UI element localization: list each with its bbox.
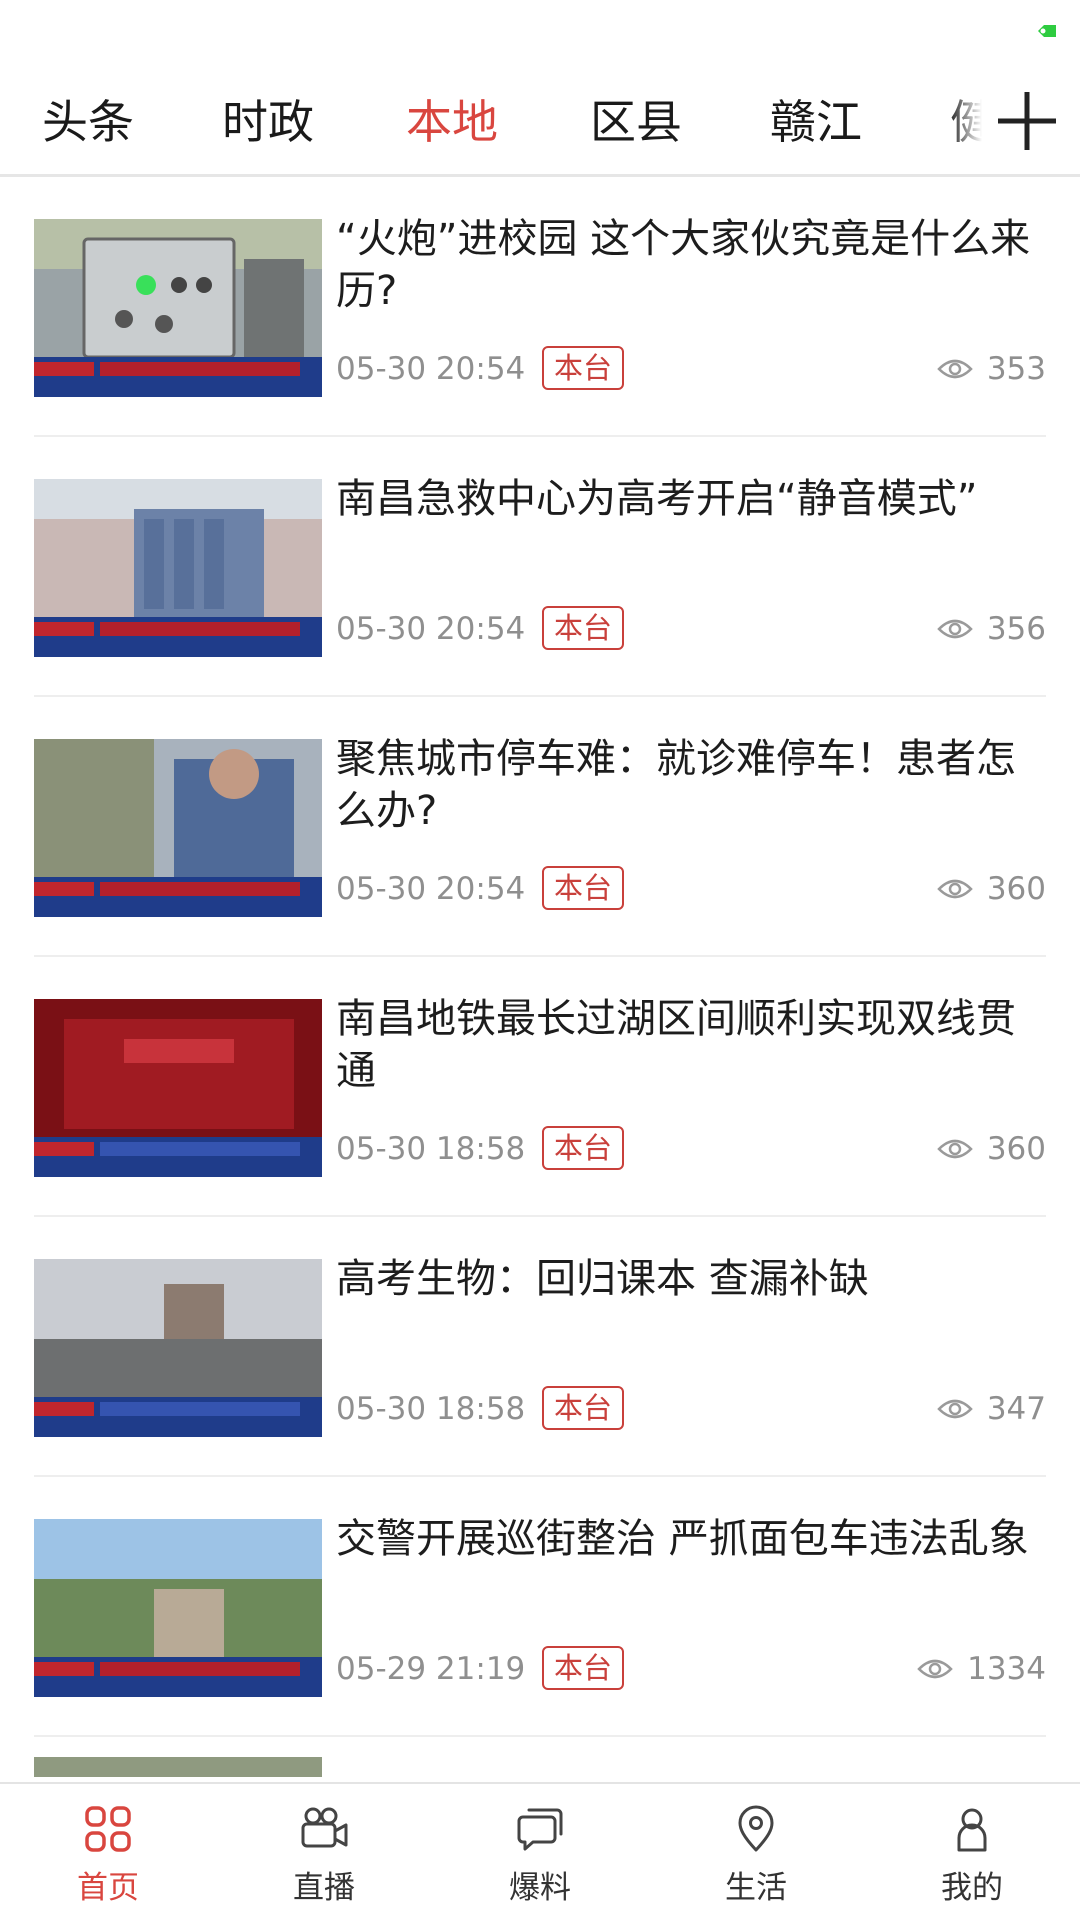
news-item[interactable]: 交警开展巡街整治 严抓面包车违法乱象 05-29 21:19 本台 1334	[0, 1477, 1080, 1737]
nav-report-label: 爆料	[509, 1870, 571, 1906]
nav-live-label: 直播	[293, 1870, 355, 1906]
nav-home[interactable]: 首页	[0, 1784, 216, 1922]
news-time: 05-30 20:54	[336, 871, 526, 907]
tab-quxian[interactable]: 区县	[590, 90, 682, 154]
news-title: “火炮”进校园 这个大家伙究竟是什么来历?	[336, 216, 1031, 314]
news-title: 高考生物：回归课本 查漏补缺	[336, 1256, 869, 1302]
nav-mine-label: 我的	[941, 1870, 1003, 1906]
news-thumbnail	[34, 1519, 322, 1697]
news-list: “火炮”进校园 这个大家伙究竟是什么来历? 05-30 20:54 本台 353	[0, 177, 1080, 1777]
news-time: 05-30 20:54	[336, 351, 526, 387]
plus-icon[interactable]	[992, 86, 1062, 156]
news-time: 05-30 18:58	[336, 1391, 526, 1427]
channel-tab-bar: 头条 时政 本地 区县 赣江 健	[0, 70, 1080, 177]
news-item[interactable]: 聚焦城市停车难：就诊难停车！患者怎么办? 05-30 20:54 本台 360	[0, 697, 1080, 957]
news-thumbnail	[34, 739, 322, 917]
tab-toutiao[interactable]: 头条	[42, 90, 134, 154]
bottom-navigation: 首页 直播 爆料 生活 我的	[0, 1782, 1080, 1922]
news-title: 南昌地铁最长过湖区间顺利实现双线贯通	[336, 996, 1016, 1094]
home-grid-icon	[85, 1806, 131, 1852]
tab-bendi[interactable]: 本地	[406, 90, 498, 154]
source-badge: 本台	[542, 606, 624, 650]
chat-bubble-icon	[517, 1808, 563, 1851]
person-icon	[957, 1808, 987, 1852]
source-badge: 本台	[542, 346, 624, 390]
source-badge: 本台	[542, 1646, 624, 1690]
status-bar	[0, 0, 1080, 70]
tab-ganjiang[interactable]: 赣江	[770, 90, 862, 154]
view-count: 360	[937, 867, 1046, 911]
notification-indicator-icon	[1038, 25, 1056, 37]
view-count: 360	[937, 1127, 1046, 1171]
view-count: 347	[937, 1387, 1046, 1431]
news-item[interactable]: 南昌地铁最长过湖区间顺利实现双线贯通 05-30 18:58 本台 360	[0, 957, 1080, 1217]
view-count-value: 1334	[967, 1651, 1046, 1687]
view-count-value: 347	[986, 1391, 1046, 1427]
news-time: 05-29 21:19	[336, 1651, 526, 1687]
eye-icon	[917, 1659, 953, 1679]
nav-report[interactable]: 爆料	[432, 1784, 648, 1922]
source-badge: 本台	[542, 1386, 624, 1430]
view-count-value: 353	[986, 351, 1046, 387]
view-count: 1334	[917, 1647, 1046, 1691]
tab-shizheng[interactable]: 时政	[222, 90, 314, 154]
news-title: 南昌急救中心为高考开启“静音模式”	[336, 476, 978, 522]
eye-icon	[937, 359, 973, 379]
nav-life[interactable]: 生活	[648, 1784, 864, 1922]
nav-life-label: 生活	[725, 1870, 787, 1906]
news-time: 05-30 20:54	[336, 611, 526, 647]
news-item[interactable]: “火炮”进校园 这个大家伙究竟是什么来历? 05-30 20:54 本台 353	[0, 177, 1080, 437]
view-count: 356	[937, 607, 1046, 651]
news-thumbnail	[34, 479, 322, 657]
view-count-value: 360	[986, 1131, 1046, 1167]
view-count-value: 356	[986, 611, 1046, 647]
source-badge: 本台	[542, 866, 624, 910]
nav-home-label: 首页	[77, 1870, 139, 1906]
source-badge: 本台	[542, 1126, 624, 1170]
eye-icon	[937, 1139, 973, 1159]
news-thumbnail	[34, 999, 322, 1177]
view-count: 353	[937, 347, 1046, 391]
news-thumbnail	[34, 1757, 322, 1777]
news-item[interactable]: 南昌急救中心为高考开启“静音模式” 05-30 20:54 本台 356	[0, 437, 1080, 697]
news-thumbnail	[34, 1259, 322, 1437]
news-item-partial[interactable]	[0, 1737, 1080, 1777]
eye-icon	[937, 1399, 973, 1419]
news-title: 聚焦城市停车难：就诊难停车！患者怎么办?	[336, 736, 1016, 834]
news-item[interactable]: 高考生物：回归课本 查漏补缺 05-30 18:58 本台 347	[0, 1217, 1080, 1477]
news-title: 交警开展巡街整治 严抓面包车违法乱象	[336, 1516, 1029, 1562]
nav-mine[interactable]: 我的	[864, 1784, 1080, 1922]
eye-icon	[937, 619, 973, 639]
news-thumbnail	[34, 219, 322, 397]
location-pin-icon	[738, 1805, 774, 1852]
eye-icon	[937, 879, 973, 899]
news-time: 05-30 18:58	[336, 1131, 526, 1167]
video-camera-icon	[301, 1807, 348, 1848]
view-count-value: 360	[986, 871, 1046, 907]
nav-live[interactable]: 直播	[216, 1784, 432, 1922]
